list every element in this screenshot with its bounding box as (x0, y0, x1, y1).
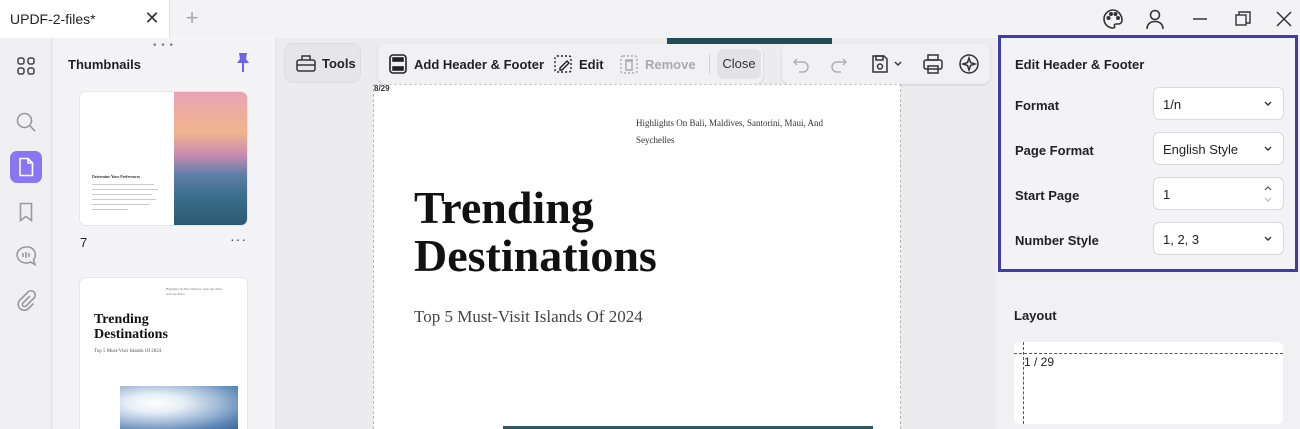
thumbnail-title: Trending Destinations (94, 312, 168, 342)
edit-label: Edit (579, 56, 604, 72)
text-line (92, 209, 128, 210)
panel-title: Edit Header & Footer (1015, 57, 1145, 72)
pin-icon[interactable] (233, 52, 253, 74)
document-canvas: Tools Add Header & Footer Edit Remove Cl… (277, 38, 995, 429)
document-tab[interactable]: UPDF-2-files* ✕ (0, 0, 170, 38)
layout-preview-text: 1 / 29 (1024, 355, 1055, 369)
chevron-down-icon (1264, 236, 1272, 241)
thumbnail-heading: Determine Your Preferences (92, 174, 141, 179)
document-title-line2: Destinations (414, 230, 657, 281)
thumbnail-page-7[interactable]: Determine Your Preferences (80, 92, 247, 225)
add-header-footer-button[interactable]: Add Header & Footer (388, 44, 544, 84)
document-actions-toolbar (782, 44, 990, 84)
panel-grip[interactable]: • • • (153, 40, 174, 51)
undo-icon[interactable] (789, 52, 813, 76)
document-running-header: Highlights On Bali, Maldives, Santorini,… (636, 118, 823, 145)
save-options-chevron-icon[interactable] (891, 52, 905, 76)
thumbnails-panel: • • • Thumbnails Determine Your Preferen… (53, 38, 276, 429)
thumbnail-page-number: 7 (80, 235, 88, 250)
bookmark-icon[interactable] (10, 196, 42, 228)
header-footer-icon (389, 54, 407, 74)
window-close-icon[interactable] (1271, 6, 1297, 32)
document-title-line1: Trending (414, 182, 594, 233)
tab-title: UPDF-2-files* (10, 11, 96, 27)
number-style-select[interactable]: 1, 2, 3 (1153, 222, 1284, 255)
layout-margin-guide (1014, 353, 1283, 354)
close-button[interactable]: Close (717, 49, 761, 79)
text-line (92, 199, 156, 200)
page-format-label: Page Format (1015, 143, 1094, 158)
thumbnail-header: Highlights On Bali, Maldives, Santorini,… (166, 287, 223, 296)
start-page-value: 1 (1163, 187, 1171, 202)
text-line (92, 184, 154, 185)
number-style-label: Number Style (1015, 233, 1099, 248)
new-tab-icon[interactable]: + (180, 6, 204, 30)
format-select[interactable]: 1/n (1153, 87, 1284, 120)
stepper-arrows-icon[interactable] (1263, 182, 1273, 206)
thumbnail-page-8[interactable]: Highlights On Bali, Maldives, Santorini,… (80, 278, 247, 429)
toolbar-separator (709, 54, 710, 74)
title-bar: UPDF-2-files* ✕ + (0, 0, 1300, 38)
tools-label: Tools (322, 56, 356, 71)
layout-preview[interactable]: 1 / 29 (1014, 342, 1283, 424)
page-format-select[interactable]: English Style (1153, 132, 1284, 165)
more-options-icon[interactable]: ··· (230, 231, 247, 247)
format-value: 1/n (1163, 97, 1182, 112)
attachment-icon[interactable] (10, 285, 42, 317)
thumbnail-subtitle: Top 5 Must-Visit Islands Of 2024 (94, 349, 162, 354)
redo-icon[interactable] (827, 52, 851, 76)
sky-clouds-image (120, 386, 238, 429)
grid-icon[interactable] (10, 50, 42, 82)
number-style-value: 1, 2, 3 (1163, 232, 1200, 247)
toolbox-icon (295, 52, 317, 77)
chevron-down-icon (1264, 101, 1272, 106)
comment-icon[interactable] (10, 240, 42, 272)
sunset-sea-image (174, 92, 247, 225)
print-icon[interactable] (921, 52, 945, 76)
edit-button[interactable]: Edit (553, 44, 604, 84)
edit-header-footer-section: Edit Header & Footer Format 1/n Page For… (998, 35, 1298, 272)
page-number-header[interactable]: 8/29 (374, 84, 390, 93)
palette-icon[interactable] (1100, 6, 1126, 32)
save-icon[interactable] (868, 52, 892, 76)
text-line (92, 189, 158, 190)
search-icon[interactable] (10, 106, 42, 138)
left-rail (0, 38, 52, 429)
start-page-label: Start Page (1015, 188, 1080, 203)
page-format-value: English Style (1163, 142, 1239, 157)
add-header-footer-label: Add Header & Footer (414, 56, 545, 72)
start-page-input[interactable]: 1 (1153, 177, 1284, 210)
layout-title: Layout (1014, 308, 1057, 323)
pages-icon[interactable] (10, 151, 42, 183)
remove-icon (620, 55, 638, 74)
user-icon[interactable] (1142, 6, 1168, 32)
chevron-down-icon (1264, 146, 1272, 151)
header-footer-toolbar: Add Header & Footer Edit Remove Close (378, 44, 763, 84)
document-subtitle: Top 5 Must-Visit Islands Of 2024 (414, 307, 643, 326)
thumbnail-title-line1: Trending (94, 312, 149, 327)
remove-label: Remove (645, 56, 696, 72)
text-line (92, 194, 152, 195)
ai-assistant-icon[interactable] (957, 52, 981, 76)
document-title: Trending Destinations (414, 184, 657, 280)
header-guide-line (374, 84, 902, 85)
format-label: Format (1015, 98, 1060, 113)
text-line (92, 204, 150, 205)
thumbnails-title: Thumbnails (68, 57, 141, 72)
thumbnail-title-line2: Destinations (94, 327, 168, 342)
remove-button[interactable]: Remove (619, 44, 696, 84)
tools-button[interactable]: Tools (285, 44, 360, 82)
document-page[interactable]: 8/29 Highlights On Bali, Maldives, Santo… (373, 84, 902, 429)
edit-icon (554, 55, 572, 73)
properties-panel: Edit Header & Footer Format 1/n Page For… (996, 35, 1300, 429)
minimize-icon[interactable] (1187, 6, 1213, 32)
tab-close-icon[interactable]: ✕ (141, 7, 163, 29)
restore-icon[interactable] (1230, 6, 1256, 32)
